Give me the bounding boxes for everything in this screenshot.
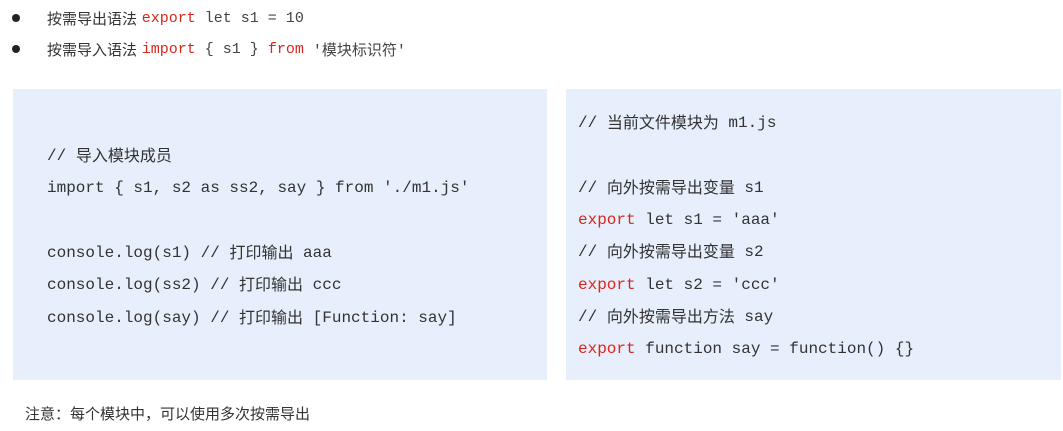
export-keyword: export bbox=[578, 211, 636, 229]
code-line-comment: // 向外按需导出变量 s2 bbox=[578, 242, 764, 262]
export-keyword: export bbox=[578, 276, 636, 294]
export-keyword: export bbox=[578, 340, 636, 358]
export-keyword: export bbox=[141, 9, 196, 27]
comment-marker: // bbox=[578, 243, 607, 261]
code-fragment: ccc bbox=[303, 276, 342, 294]
code-line-log-s1: console.log(s1) // 打印输出 aaa bbox=[47, 243, 332, 263]
comment-text: 当前文件模块为 bbox=[606, 113, 719, 132]
comment-text: 打印输出 bbox=[239, 308, 304, 327]
code-line-log-ss2: console.log(ss2) // 打印输出 ccc bbox=[47, 275, 341, 295]
code-fragment: console.log(ss2) // bbox=[47, 276, 240, 294]
comment-marker: // bbox=[47, 147, 76, 165]
module-specifier: '模块标识符' bbox=[303, 42, 406, 60]
bullet-text: 按需导出语法 export let s1 = 10 bbox=[47, 8, 304, 29]
comment-marker: // bbox=[578, 179, 607, 197]
code-fragment: let s1 = 10 bbox=[195, 9, 304, 27]
import-keyword: import bbox=[141, 40, 196, 58]
comment-text: 向外按需导出变量 bbox=[606, 242, 735, 261]
bullet-text: 按需导入语法 import { s1 } from '模块标识符' bbox=[47, 39, 406, 60]
code-fragment: s1 bbox=[734, 179, 764, 197]
code-fragment: function say = function() {} bbox=[635, 340, 915, 358]
code-line-comment: // 向外按需导出变量 s1 bbox=[578, 178, 764, 198]
code-fragment: console.log(say) // bbox=[47, 309, 240, 327]
code-fragment: { s1 } bbox=[195, 40, 268, 58]
bullet-dot bbox=[12, 45, 20, 53]
comment-marker: // bbox=[578, 308, 607, 326]
bullet-label: 按需导入语法 bbox=[47, 40, 142, 59]
code-fragment: m1.js bbox=[718, 114, 777, 132]
code-line-export-s1: export let s1 = 'aaa' bbox=[578, 210, 780, 230]
import-statement: import { s1, s2 as ss2, say } from './m1… bbox=[47, 179, 470, 197]
comment-text: 向外按需导出方法 bbox=[606, 307, 735, 326]
comment-text: 打印输出 bbox=[239, 275, 304, 294]
comment-text: 导入模块成员 bbox=[75, 146, 172, 165]
code-line-export-say: export function say = function() {} bbox=[578, 339, 914, 359]
code-line-comment: // 导入模块成员 bbox=[47, 146, 172, 166]
code-line-import: import { s1, s2 as ss2, say } from './m1… bbox=[47, 178, 469, 198]
code-fragment: [Function: say] bbox=[303, 309, 457, 327]
code-line-comment: // 向外按需导出方法 say bbox=[578, 307, 773, 327]
bullet-label: 按需导出语法 bbox=[47, 9, 142, 28]
code-line-log-say: console.log(say) // 打印输出 [Function: say] bbox=[47, 308, 457, 328]
comment-marker: // bbox=[578, 114, 607, 132]
code-fragment: say bbox=[734, 308, 774, 326]
comment-text: 打印输出 bbox=[229, 243, 294, 262]
export-code-panel: // 当前文件模块为 m1.js // 向外按需导出变量 s1 export l… bbox=[566, 89, 1061, 380]
code-fragment: let s1 = 'aaa' bbox=[635, 211, 780, 229]
bullet-dot bbox=[12, 14, 20, 22]
code-fragment: console.log(s1) // bbox=[47, 244, 230, 262]
note-text: 注意：每个模块中，可以使用多次按需导出 bbox=[25, 405, 311, 423]
import-code-panel: // 导入模块成员 import { s1, s2 as ss2, say } … bbox=[13, 89, 547, 380]
code-line-export-s2: export let s2 = 'ccc' bbox=[578, 275, 780, 295]
code-fragment: aaa bbox=[293, 244, 332, 262]
from-keyword: from bbox=[267, 40, 304, 58]
code-fragment: let s2 = 'ccc' bbox=[635, 276, 780, 294]
comment-text: 向外按需导出变量 bbox=[606, 178, 735, 197]
code-line-comment: // 当前文件模块为 m1.js bbox=[578, 113, 776, 133]
code-fragment: s2 bbox=[734, 243, 764, 261]
